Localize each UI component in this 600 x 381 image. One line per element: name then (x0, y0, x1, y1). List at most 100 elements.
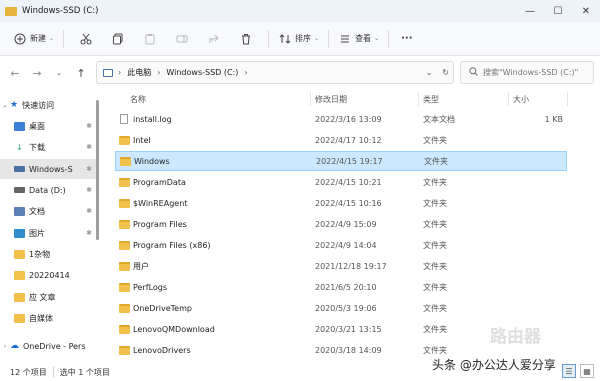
toolbar-divider (328, 29, 330, 48)
computer-icon (103, 68, 113, 77)
file-row[interactable]: Intel 2022/4/17 10:12 文件夹 (115, 130, 567, 150)
new-label: 新建 (30, 34, 46, 43)
sidebar-item-folder-20220414[interactable]: 20220414 (0, 265, 96, 285)
column-size-label: 大小 (513, 94, 529, 104)
folder-icon (119, 324, 130, 334)
file-date: 2022/4/9 15:09 (315, 219, 377, 229)
title-bar: Windows-SSD (C:) — ☐ ✕ (0, 0, 600, 22)
column-type-label: 类型 (423, 94, 439, 104)
sidebar-item-folder-media[interactable]: 自媒体 (0, 308, 96, 328)
paste-button[interactable] (138, 27, 162, 51)
file-type: 文件夹 (423, 219, 447, 229)
address-bar[interactable]: › 此电脑 › Windows-SSD (C:) › ⌄ ↻ (96, 61, 454, 84)
up-button[interactable]: ↑ (70, 62, 92, 84)
minimize-button[interactable]: — (516, 0, 544, 22)
sidebar-item-label: 文档 (29, 206, 45, 216)
file-name: Intel (133, 135, 151, 145)
file-row[interactable]: Program Files 2022/4/9 15:09 文件夹 (115, 214, 567, 234)
sidebar-scrollbar[interactable] (96, 100, 99, 240)
scissors-icon (79, 32, 93, 46)
chevron-right-icon[interactable]: › (0, 343, 10, 350)
refresh-button[interactable]: ↻ (442, 68, 449, 77)
desktop-icon (14, 121, 25, 131)
pin-icon: ✱ (86, 165, 92, 173)
details-view-button[interactable]: ☰ (562, 364, 576, 378)
breadcrumb-this-pc[interactable]: 此电脑 (127, 67, 151, 78)
tiles-view-button[interactable]: ▦ (580, 364, 594, 378)
sidebar-item-windows-ssd[interactable]: Windows-S ✱ (0, 159, 96, 179)
drive-icon (14, 166, 25, 172)
column-divider[interactable] (418, 92, 419, 106)
sidebar-item-data-drive[interactable]: Data (D:) ✱ (0, 180, 96, 200)
file-name: OneDriveTemp (133, 303, 192, 313)
share-button[interactable] (202, 27, 226, 51)
sidebar-item-label: 1杂物 (29, 249, 51, 259)
file-name: Windows (134, 156, 170, 166)
sidebar-item-quick-access[interactable]: ⌄ ★ 快速访问 (0, 95, 96, 115)
search-input[interactable]: 搜索"Windows-SSD (C:)" (483, 67, 578, 78)
delete-button[interactable] (234, 27, 258, 51)
sidebar-item-desktop[interactable]: 桌面 ✱ (0, 116, 96, 136)
trash-icon (239, 32, 253, 46)
column-divider[interactable] (508, 92, 509, 106)
column-name-label: 名称 (130, 94, 146, 104)
sidebar-item-folder-articles[interactable]: 应 文章 (0, 287, 96, 307)
clipboard-icon (143, 32, 157, 46)
file-row[interactable]: 用户 2021/12/18 19:17 文件夹 (115, 256, 567, 276)
item-count: 12 个项目 (10, 367, 47, 377)
sidebar-item-downloads[interactable]: ↓ 下载 ✱ (0, 137, 96, 157)
file-date: 2020/3/21 13:15 (315, 324, 382, 334)
cut-button[interactable] (74, 27, 98, 51)
pin-icon: ✱ (86, 229, 92, 237)
breadcrumb-drive[interactable]: Windows-SSD (C:) (166, 68, 238, 77)
file-row[interactable]: Program Files (x86) 2022/4/9 14:04 文件夹 (115, 235, 567, 255)
window-title: Windows-SSD (C:) (22, 6, 99, 16)
file-row[interactable]: OneDriveTemp 2020/5/3 19:06 文件夹 (115, 298, 567, 318)
chevron-right-icon: › (157, 68, 161, 77)
sidebar-item-onedrive[interactable]: › ☁ OneDrive - Pers (0, 336, 96, 356)
file-date: 2022/4/17 10:12 (315, 135, 382, 145)
close-button[interactable]: ✕ (572, 0, 600, 22)
folder-icon (119, 240, 130, 250)
more-options-button[interactable]: ··· (393, 27, 417, 51)
toolbar-divider (388, 29, 390, 48)
sidebar-item-documents[interactable]: 文档 ✱ (0, 201, 96, 221)
column-header-name[interactable]: 名称 (130, 90, 146, 108)
sidebar-item-label: 下载 (29, 142, 45, 152)
pin-icon: ✱ (86, 207, 92, 215)
folder-icon (119, 303, 130, 313)
maximize-button[interactable]: ☐ (544, 0, 572, 22)
file-row[interactable]: install.log 2022/3/16 13:09 文本文档 1 KB (115, 109, 567, 129)
view-label: 查看 (355, 34, 372, 43)
column-header-size[interactable]: 大小 (513, 90, 529, 108)
recent-locations-button[interactable]: ⌄ (48, 62, 70, 84)
file-name: Program Files (133, 219, 187, 229)
rename-button[interactable] (170, 27, 194, 51)
file-row[interactable]: Windows 2022/4/15 19:17 文件夹 (115, 151, 567, 171)
address-dropdown-button[interactable]: ⌄ (426, 68, 433, 77)
file-row[interactable]: $WinREAgent 2022/4/15 10:16 文件夹 (115, 193, 567, 213)
chevron-down-icon[interactable]: ⌄ (0, 102, 10, 109)
column-divider[interactable] (567, 92, 568, 106)
copy-button[interactable] (106, 27, 130, 51)
file-row[interactable]: PerfLogs 2021/6/5 20:10 文件夹 (115, 277, 567, 297)
view-button[interactable]: 查看 ⌄ (333, 27, 384, 51)
file-type: 文件夹 (423, 303, 447, 313)
file-row[interactable]: ProgramData 2022/4/15 10:21 文件夹 (115, 172, 567, 192)
column-date-label: 修改日期 (315, 94, 347, 104)
back-button[interactable]: ← (4, 62, 26, 84)
column-header-type[interactable]: 类型 (423, 90, 439, 108)
sidebar-item-pictures[interactable]: 图片 ✱ (0, 223, 96, 243)
view-lines-icon (338, 32, 352, 46)
sort-label: 排序 (295, 34, 312, 43)
column-header-date[interactable]: 修改日期 (315, 90, 347, 108)
column-divider[interactable] (310, 92, 311, 106)
file-date: 2022/4/15 19:17 (316, 156, 383, 166)
sort-button[interactable]: 排序 ⌄ (273, 27, 324, 51)
forward-button[interactable]: → (26, 62, 48, 84)
copy-icon (111, 32, 125, 46)
new-button[interactable]: 新建 ⌄ (8, 27, 59, 51)
sidebar-item-folder-1[interactable]: 1杂物 (0, 244, 96, 264)
folder-icon (119, 177, 130, 187)
search-box[interactable]: 搜索"Windows-SSD (C:)" (460, 61, 594, 84)
